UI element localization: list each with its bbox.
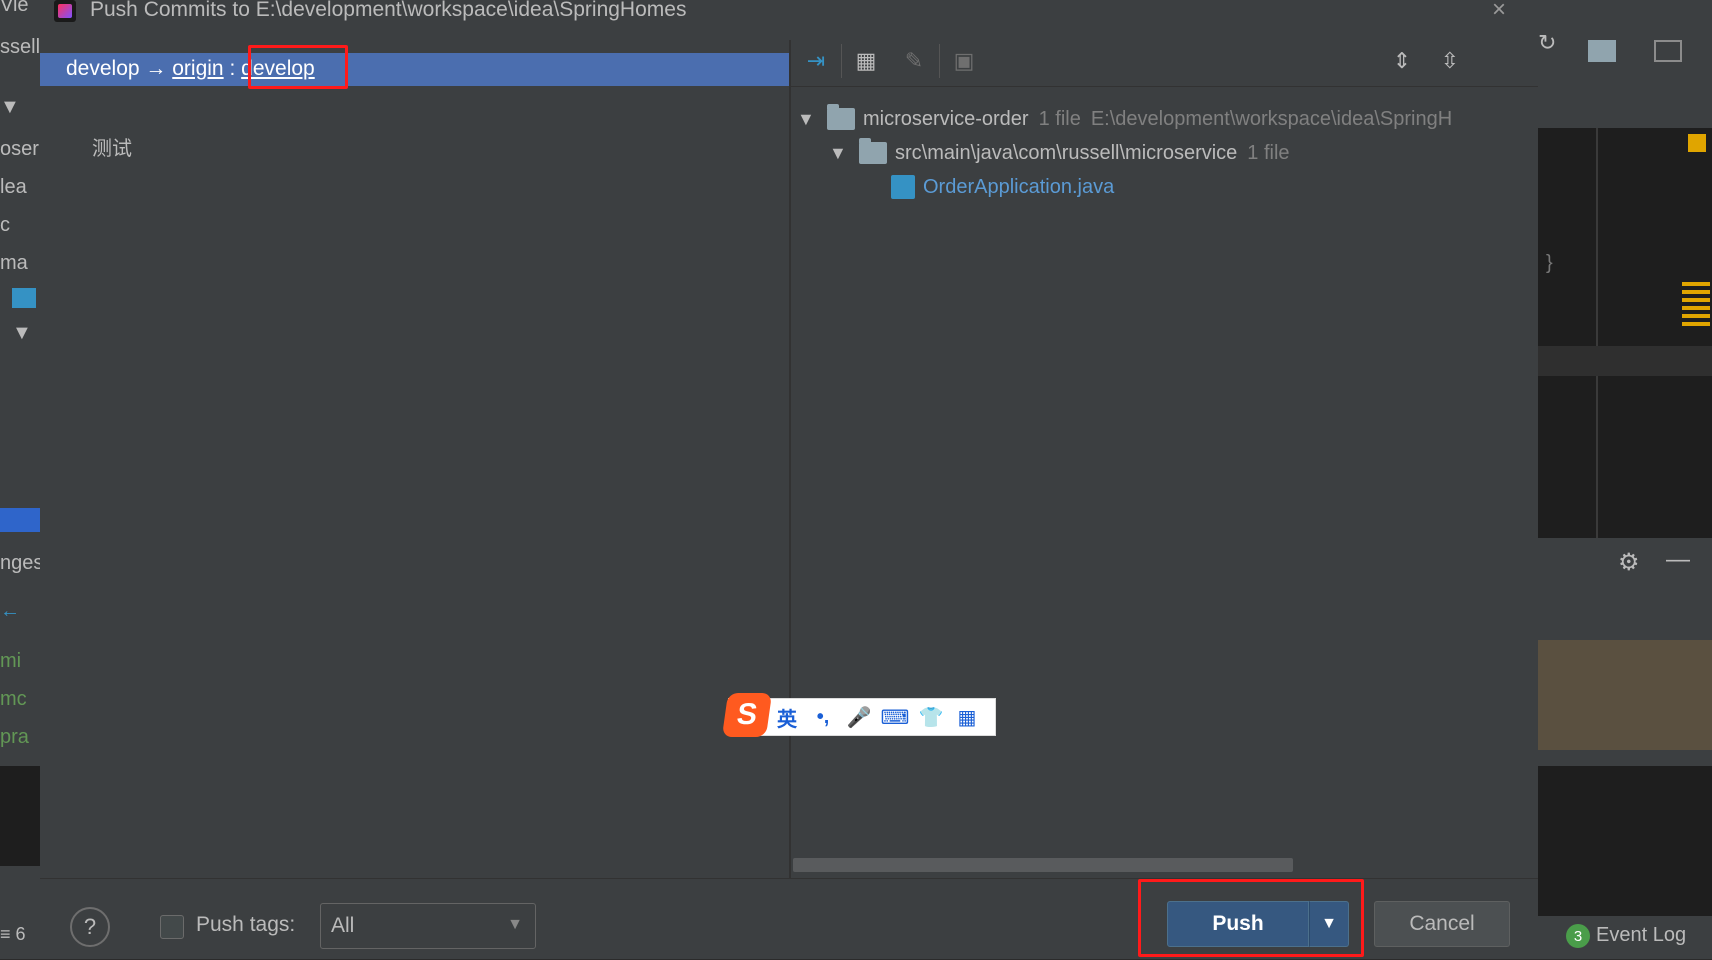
ime-language-toggle[interactable]: 英 bbox=[769, 703, 805, 732]
bg-scroll-markers bbox=[1682, 282, 1710, 326]
event-log-badge[interactable]: 3 bbox=[1566, 924, 1590, 948]
highlight-box-push bbox=[1138, 879, 1364, 957]
bg-tree-fragment: oser bbox=[0, 138, 39, 160]
module-count: 1 file bbox=[1038, 107, 1081, 130]
dialog-title: Push Commits to E:\development\workspace… bbox=[90, 0, 687, 21]
event-log-label[interactable]: Event Log bbox=[1596, 924, 1686, 947]
tree-row-module[interactable]: ▼ microservice-order 1 file E:\developme… bbox=[797, 102, 1452, 136]
ime-toolbar: S 英 •, 🎤 ⌨ 👕 ▦ bbox=[721, 693, 996, 737]
bg-change-fragment: mi bbox=[0, 650, 22, 672]
chevron-down-icon[interactable]: ▼ bbox=[797, 109, 827, 130]
skin-shirt-icon[interactable]: 👕 bbox=[913, 705, 949, 730]
file-name[interactable]: OrderApplication.java bbox=[923, 176, 1114, 199]
group-by-icon[interactable]: ▦ bbox=[849, 44, 883, 78]
help-button[interactable]: ? bbox=[70, 907, 110, 947]
local-branch: develop bbox=[66, 57, 140, 80]
bg-refresh-icon: ↻ bbox=[1538, 30, 1557, 55]
bg-changes-fragment: nges bbox=[0, 552, 44, 574]
bg-chevron-icon: ▼ bbox=[0, 96, 20, 118]
highlight-box-branch bbox=[248, 45, 348, 89]
cancel-button[interactable]: Cancel bbox=[1374, 901, 1510, 947]
preview-icon[interactable]: ▣ bbox=[947, 44, 981, 78]
dialog-footer: ? Push tags: All ▼ Push ▼ Cancel bbox=[40, 878, 1538, 960]
bg-tree-fragment: lea bbox=[0, 176, 27, 198]
edit-icon[interactable]: ✎ bbox=[897, 44, 931, 78]
package-count: 1 file bbox=[1247, 141, 1290, 164]
remote-link[interactable]: origin bbox=[172, 57, 223, 80]
changes-toolbar: ⇥ ▦ ✎ ▣ ⇕ ⇳ bbox=[791, 38, 1538, 87]
branch-row[interactable]: develop → origin : develop bbox=[40, 53, 790, 86]
horizontal-scrollbar[interactable] bbox=[793, 858, 1293, 872]
compare-arrows-icon[interactable]: ⇥ bbox=[799, 44, 833, 78]
sogou-logo-icon[interactable]: S bbox=[721, 693, 773, 737]
bg-editor bbox=[1538, 128, 1712, 538]
bg-diff-block bbox=[1538, 640, 1712, 750]
module-name: microservice-order bbox=[863, 107, 1029, 130]
branch-separator: : bbox=[229, 57, 236, 80]
bg-selection-strip bbox=[0, 508, 40, 532]
close-icon[interactable]: × bbox=[1492, 0, 1506, 24]
tree-row-package[interactable]: ▼ src\main\java\com\russell\microservice… bbox=[829, 136, 1290, 170]
bg-menu-fragment: Vie bbox=[0, 0, 29, 16]
bg-tree-fragment: ma bbox=[0, 252, 28, 274]
dialog-titlebar: Push Commits to E:\development\workspace… bbox=[40, 0, 1538, 26]
bg-current-line bbox=[1538, 346, 1712, 376]
apps-grid-icon[interactable]: ▦ bbox=[949, 705, 985, 730]
background-ide-left: Vie ssell ▼ oser lea c ma ▼ nges ← mi mc… bbox=[0, 0, 44, 959]
tags-select[interactable]: All ▼ bbox=[320, 903, 536, 949]
bg-minimize-icon: — bbox=[1666, 546, 1690, 573]
module-folder-icon bbox=[827, 104, 855, 130]
bg-change-fragment: pra bbox=[0, 726, 29, 748]
bg-chevron-icon: ▼ bbox=[12, 322, 32, 344]
bg-arrow-icon: ← bbox=[0, 600, 20, 622]
ime-punctuation-toggle[interactable]: •, bbox=[805, 706, 841, 729]
bg-project-fragment: ssell bbox=[0, 36, 41, 58]
push-tags-checkbox[interactable] bbox=[160, 915, 184, 939]
push-tags-label: Push tags: bbox=[196, 913, 296, 936]
chevron-down-icon[interactable]: ▼ bbox=[829, 143, 859, 164]
changes-pane: ⇥ ▦ ✎ ▣ ⇕ ⇳ ▼ microservice-order 1 file … bbox=[791, 38, 1538, 878]
commits-pane: develop → origin : develop 测试 bbox=[40, 48, 790, 878]
commit-item[interactable]: 测试 bbox=[92, 132, 132, 161]
expand-all-icon[interactable]: ⇕ bbox=[1385, 44, 1419, 78]
tree-row-file[interactable]: OrderApplication.java bbox=[891, 170, 1114, 204]
bg-change-fragment: mc bbox=[0, 688, 27, 710]
java-file-icon bbox=[891, 175, 915, 199]
bg-editor-divider bbox=[1596, 128, 1598, 538]
package-name: src\main\java\com\russell\microservice bbox=[895, 141, 1238, 164]
bg-run-icon bbox=[1654, 40, 1682, 62]
chevron-down-icon: ▼ bbox=[507, 916, 523, 933]
bg-folder-icon bbox=[12, 288, 36, 308]
bg-gear-icon: ⚙ bbox=[1618, 549, 1640, 576]
tags-select-value: All bbox=[331, 914, 355, 937]
module-path: E:\development\workspace\idea\SpringH bbox=[1090, 107, 1453, 130]
bg-brace: } bbox=[1546, 252, 1553, 274]
microphone-icon[interactable]: 🎤 bbox=[841, 705, 877, 730]
intellij-logo-icon bbox=[54, 0, 76, 22]
bg-console-block bbox=[1538, 766, 1712, 916]
folder-icon bbox=[859, 138, 887, 164]
collapse-all-icon[interactable]: ⇳ bbox=[1433, 44, 1467, 78]
arrow-icon: → bbox=[145, 57, 167, 80]
bg-tree-fragment: c bbox=[0, 214, 10, 236]
bg-structure-fragment: ≡ 6 bbox=[0, 924, 26, 944]
bg-dark-block bbox=[0, 766, 40, 866]
bg-warning-marker bbox=[1688, 134, 1706, 152]
keyboard-icon[interactable]: ⌨ bbox=[877, 705, 913, 730]
push-dialog: Push Commits to E:\development\workspace… bbox=[40, 0, 1538, 959]
bg-folder-icon bbox=[1588, 40, 1616, 62]
